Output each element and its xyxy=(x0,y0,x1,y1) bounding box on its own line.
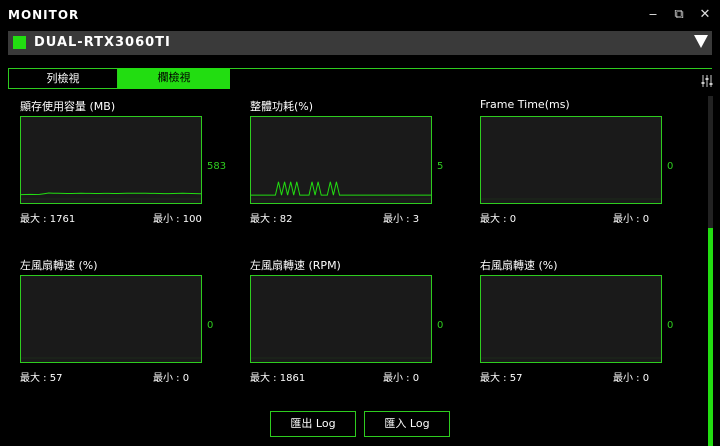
line-chart xyxy=(21,357,201,359)
min-value: 最小 : 3 xyxy=(383,214,420,225)
chart-title: Frame Time(ms) xyxy=(480,98,570,111)
current-value: 0 xyxy=(667,161,674,172)
chart-area xyxy=(480,275,662,363)
line-chart xyxy=(251,357,431,359)
line-chart xyxy=(251,181,431,200)
import-log-button[interactable]: 匯入 Log xyxy=(364,411,450,437)
min-value: 最小 : 0 xyxy=(153,373,190,384)
chart-area xyxy=(20,275,202,363)
min-value: 最小 : 100 xyxy=(153,214,202,225)
chart-panel-left-fan-rpm: 左風扇轉速 (RPM) 0 最大 : 1861 最小 : 0 xyxy=(250,257,470,387)
chart-title: 整體功耗(%) xyxy=(250,100,314,113)
min-value: 最小 : 0 xyxy=(383,373,420,384)
max-value: 最大 : 0 xyxy=(480,214,517,225)
device-color-swatch xyxy=(13,36,26,49)
current-value: 0 xyxy=(667,320,674,331)
series-line xyxy=(251,181,431,196)
app-title: MONITOR xyxy=(8,8,80,22)
device-selector[interactable]: DUAL-RTX3060TI xyxy=(8,31,712,55)
current-value: 583 xyxy=(207,161,227,172)
max-value: 最大 : 57 xyxy=(480,373,523,384)
chart-panel-right-fan-percent: 右風扇轉速 (%) 0 最大 : 57 最小 : 0 xyxy=(480,257,700,387)
chart-panel-power: 整體功耗(%) 5 最大 : 82 最小 : 3 xyxy=(250,98,470,228)
chart-panel-left-fan-percent: 左風扇轉速 (%) 0 最大 : 57 最小 : 0 xyxy=(20,257,240,387)
tab-list-view[interactable]: 列檢視 xyxy=(8,68,118,89)
maximize-button[interactable]: ⧉ xyxy=(670,6,688,24)
close-button[interactable]: ✕ xyxy=(696,6,714,24)
chart-title: 左風扇轉速 (RPM) xyxy=(250,259,341,272)
dropdown-arrow-icon[interactable] xyxy=(694,35,708,48)
chart-title: 右風扇轉速 (%) xyxy=(480,259,558,272)
chart-panel-vram: 顯存使用容量 (MB) 583 最大 : 1761 最小 : 100 xyxy=(20,98,240,228)
chart-area xyxy=(480,116,662,204)
current-value: 0 xyxy=(207,320,214,331)
chart-area xyxy=(20,116,202,204)
sliders-settings-icon[interactable] xyxy=(700,74,714,88)
chart-area xyxy=(250,275,432,363)
line-chart xyxy=(481,357,661,359)
title-bar: MONITOR ‒ ⧉ ✕ xyxy=(0,0,720,30)
minimize-button[interactable]: ‒ xyxy=(644,6,662,24)
device-name: DUAL-RTX3060TI xyxy=(34,35,171,50)
export-log-button[interactable]: 匯出 Log xyxy=(270,411,356,437)
line-chart xyxy=(21,192,201,200)
min-value: 最小 : 0 xyxy=(613,214,650,225)
max-value: 最大 : 1861 xyxy=(250,373,306,384)
line-chart xyxy=(481,198,661,200)
current-value: 5 xyxy=(437,161,444,172)
max-value: 最大 : 1761 xyxy=(20,214,76,225)
max-value: 最大 : 57 xyxy=(20,373,63,384)
scrollbar[interactable] xyxy=(708,96,713,446)
min-value: 最小 : 0 xyxy=(613,373,650,384)
current-value: 0 xyxy=(437,320,444,331)
chart-area xyxy=(250,116,432,204)
chart-title: 顯存使用容量 (MB) xyxy=(20,100,116,113)
tab-column-view[interactable]: 欄檢視 xyxy=(118,68,230,89)
scrollbar-thumb[interactable] xyxy=(708,228,713,446)
series-line xyxy=(21,192,201,196)
chart-title: 左風扇轉速 (%) xyxy=(20,259,98,272)
chart-panel-frametime: Frame Time(ms) 0 最大 : 0 最小 : 0 xyxy=(480,98,700,228)
max-value: 最大 : 82 xyxy=(250,214,293,225)
